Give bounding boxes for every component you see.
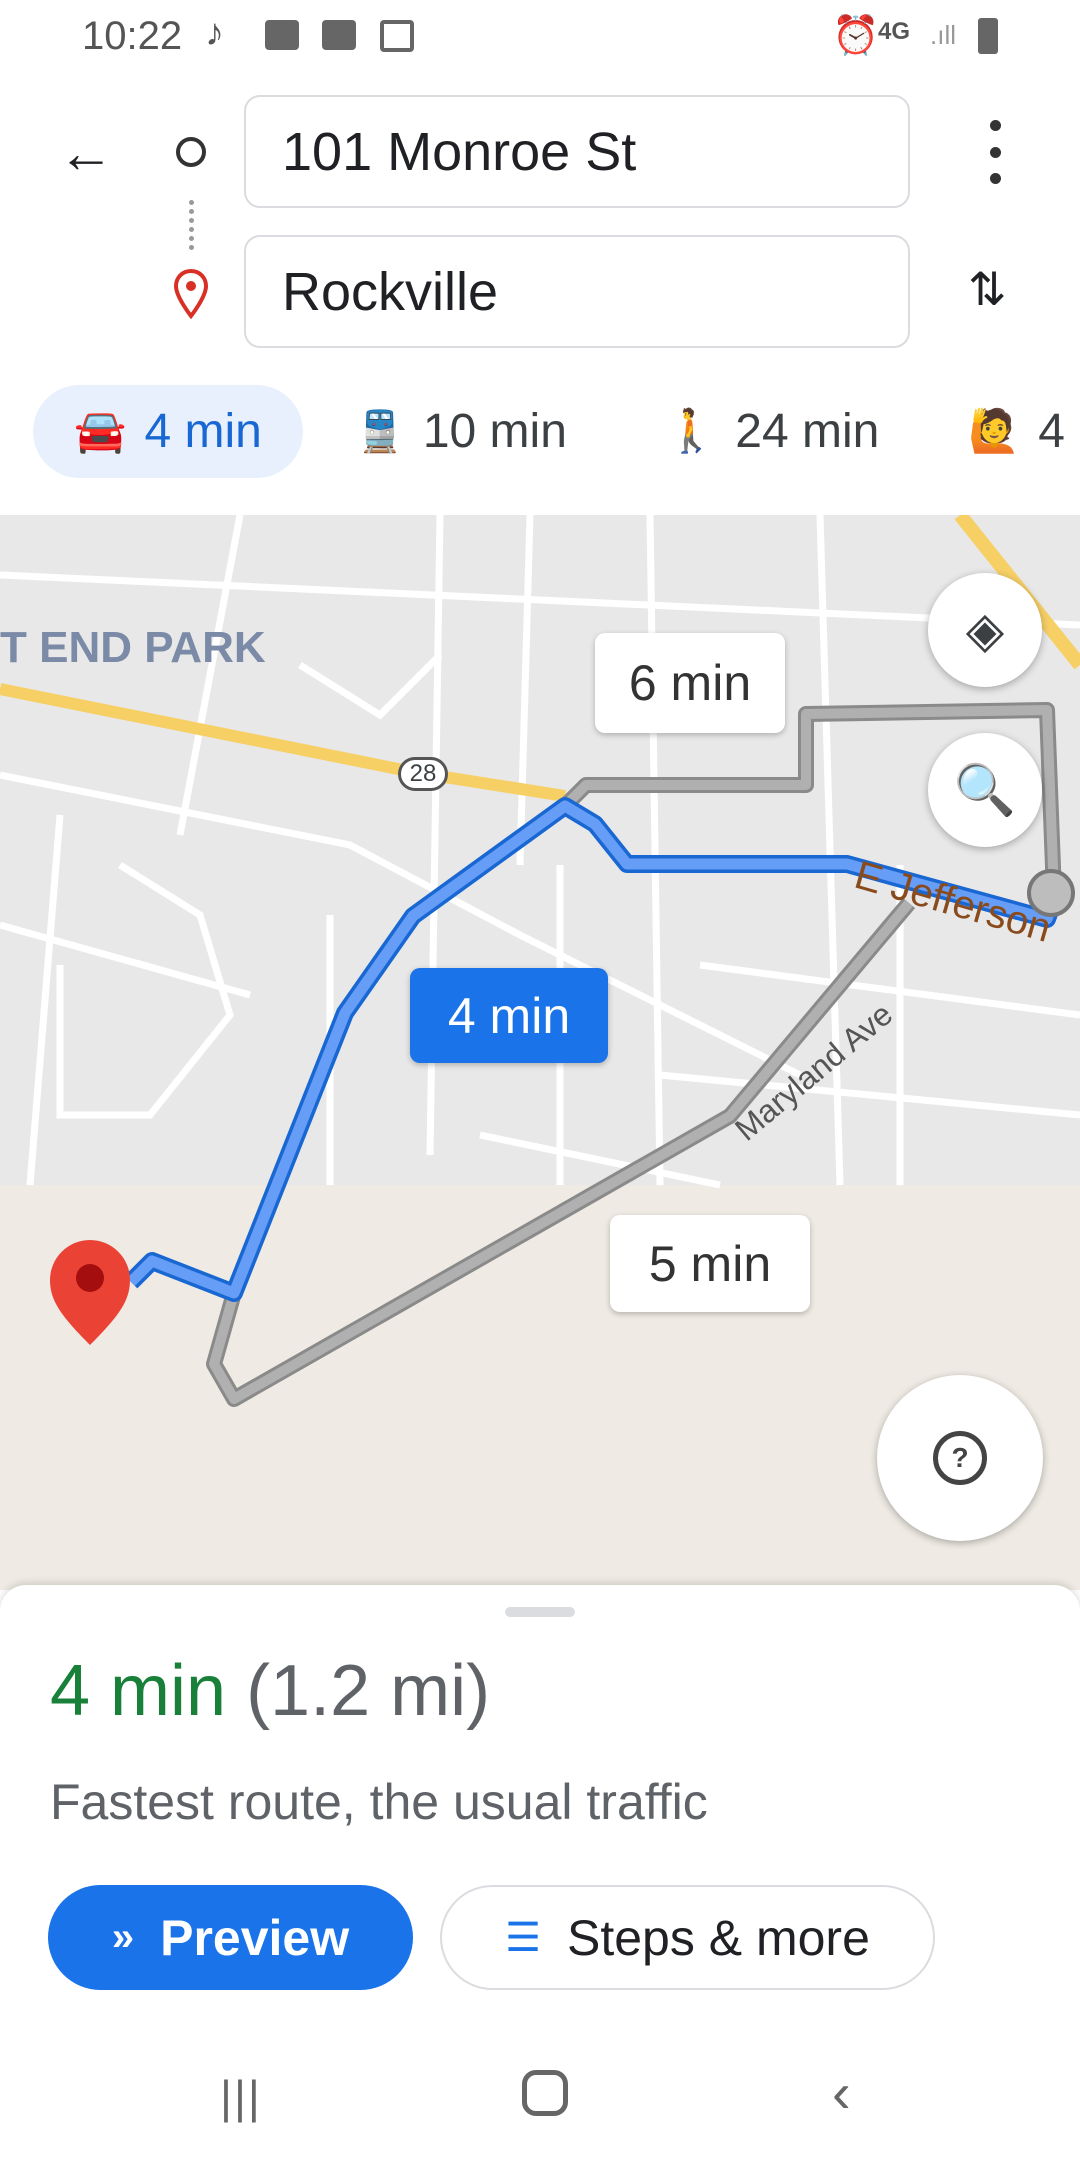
route-bubble-4min[interactable]: 4 min xyxy=(410,968,608,1063)
route-duration: 4 min xyxy=(50,1651,227,1731)
tab-walking-label: 24 min xyxy=(735,405,880,458)
alarm-icon: ⏰ xyxy=(832,15,880,57)
tab-transit[interactable]: 🚆 10 min xyxy=(355,385,567,478)
more-options-button[interactable] xyxy=(985,120,1005,184)
car-icon: 🚘 xyxy=(74,407,127,454)
list-icon: ☰ xyxy=(505,1915,541,1960)
route-description: Fastest route, the usual traffic xyxy=(50,1774,708,1830)
steps-label: Steps & more xyxy=(566,1909,870,1966)
highway-road xyxy=(0,683,566,802)
back-button[interactable]: ← xyxy=(58,120,114,185)
status-bar: 10:22 ♪ ⏰ 4G .ıll xyxy=(0,0,1080,75)
back-nav-button[interactable]: ‹ xyxy=(832,2060,851,2125)
travel-mode-tabs: 🚘 4 min 🚆 10 min 🚶 24 min 🙋 4 xyxy=(0,385,1080,480)
my-location-button[interactable]: ? xyxy=(877,1375,1043,1541)
route-distance: (1.2 mi) xyxy=(246,1651,491,1731)
network-type: 4G xyxy=(878,18,911,45)
steps-button[interactable]: ☰ Steps & more xyxy=(440,1885,935,1990)
route-duration-distance: 4 min (1.2 mi) xyxy=(50,1650,490,1732)
layers-icon: ◈ xyxy=(965,602,1005,658)
origin-input[interactable]: 101 Monroe St xyxy=(244,95,910,208)
preview-button[interactable]: » Preview xyxy=(48,1885,413,1990)
battery-icon xyxy=(978,18,998,54)
home-button[interactable] xyxy=(522,2070,568,2116)
location-help-icon: ? xyxy=(933,1431,987,1485)
layers-button[interactable]: ◈ xyxy=(928,573,1042,687)
recent-apps-button[interactable]: ||| xyxy=(220,2070,262,2124)
route-bubble-6min[interactable]: 6 min xyxy=(595,633,785,733)
streets xyxy=(0,515,1080,1189)
nav-bar: ||| ‹ xyxy=(0,2050,1080,2140)
map-view[interactable]: T END PARK 28 E Jefferson Maryland Ave 6… xyxy=(0,515,1080,1590)
destination-pin-icon xyxy=(173,268,209,320)
search-icon: 🔍 xyxy=(953,761,1017,818)
tab-driving-label: 4 min xyxy=(144,405,262,458)
preview-label: Preview xyxy=(160,1909,350,1966)
destination-input[interactable]: Rockville xyxy=(244,235,910,348)
tab-driving[interactable]: 🚘 4 min xyxy=(33,385,303,478)
route-bubble-5min[interactable]: 5 min xyxy=(610,1215,810,1312)
tab-walking[interactable]: 🚶 24 min xyxy=(665,385,879,478)
route-shield: 28 xyxy=(398,757,448,791)
origin-circle-icon xyxy=(176,137,206,167)
signal-icon: .ıll xyxy=(930,20,956,50)
route-dots-icon xyxy=(189,200,194,250)
double-chevron-icon: » xyxy=(111,1915,135,1959)
tab-rideshare-label: 4 xyxy=(1038,405,1065,458)
maps-notification-icon xyxy=(322,20,356,50)
notification-icon xyxy=(265,20,299,50)
park-label: T END PARK xyxy=(0,623,266,672)
image-icon xyxy=(380,20,414,52)
tab-rideshare[interactable]: 🙋 4 xyxy=(968,385,1065,478)
walking-icon: 🚶 xyxy=(665,407,718,454)
swap-button[interactable]: ⇅ xyxy=(968,262,1007,316)
ride-hail-icon: 🙋 xyxy=(968,407,1021,454)
drag-handle[interactable] xyxy=(505,1607,575,1617)
music-icon: ♪ xyxy=(205,12,224,54)
search-along-route-button[interactable]: 🔍 xyxy=(928,733,1042,847)
clock: 10:22 xyxy=(82,14,183,58)
tab-transit-label: 10 min xyxy=(422,405,567,458)
train-icon: 🚆 xyxy=(355,410,405,454)
